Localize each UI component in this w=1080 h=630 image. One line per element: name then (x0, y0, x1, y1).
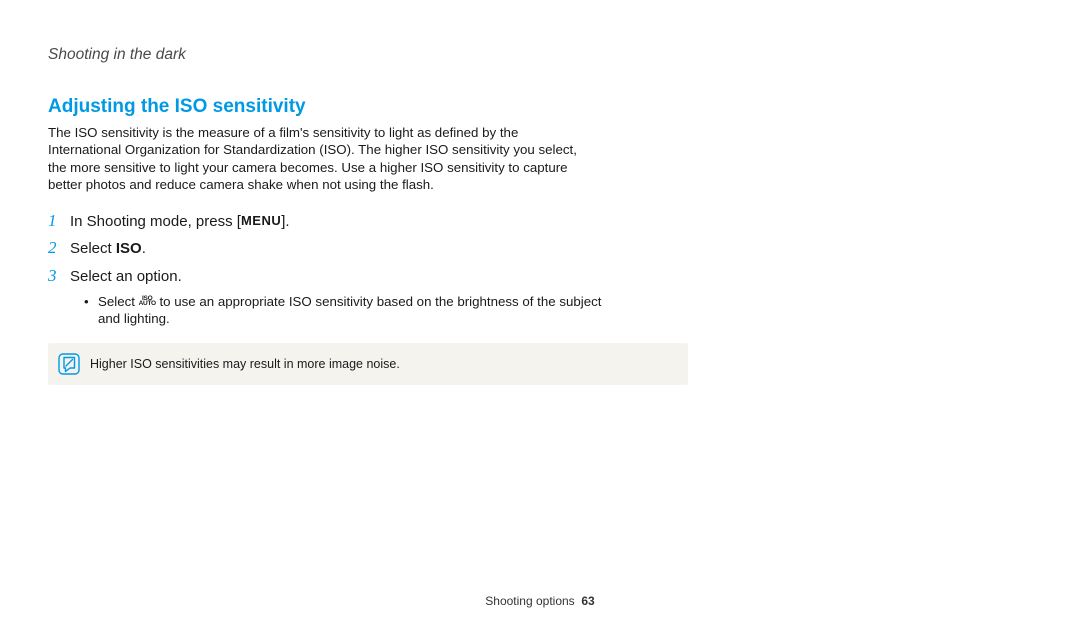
sub-bullet: • Select ISO AUTO to use an appropriate … (84, 293, 614, 328)
footer-label: Shooting options (485, 594, 574, 608)
page-number: 63 (581, 594, 594, 608)
step-body: In Shooting mode, press [MENU]. (70, 212, 290, 232)
step-number: 3 (48, 266, 70, 286)
step-body: Select ISO. (70, 239, 146, 259)
sub-text-pre: Select (98, 294, 139, 309)
step-text-post: ]. (281, 213, 289, 230)
step-1: 1 In Shooting mode, press [MENU]. (48, 211, 1025, 232)
chapter-header: Shooting in the dark (48, 46, 1025, 64)
step-bold: ISO (116, 240, 142, 257)
iso-auto-icon: ISO AUTO (139, 296, 156, 308)
step-text-post: . (142, 240, 146, 257)
note-icon (58, 353, 80, 375)
note-callout: Higher ISO sensitivities may result in m… (48, 343, 688, 385)
sub-text-post: to use an appropriate ISO sensitivity ba… (98, 294, 601, 326)
intro-paragraph: The ISO sensitivity is the measure of a … (48, 124, 578, 193)
step-text-pre: Select (70, 240, 116, 257)
note-text: Higher ISO sensitivities may result in m… (90, 357, 400, 371)
step-number: 2 (48, 238, 70, 258)
sub-bullet-body: Select ISO AUTO to use an appropriate IS… (98, 293, 614, 328)
menu-icon: MENU (241, 212, 281, 230)
step-text-pre: In Shooting mode, press [ (70, 213, 241, 230)
step-3: 3 Select an option. (48, 266, 1025, 287)
page-footer: Shooting options 63 (0, 594, 1080, 608)
steps-list: 1 In Shooting mode, press [MENU]. 2 Sele… (48, 211, 1025, 327)
step-2: 2 Select ISO. (48, 238, 1025, 259)
step-number: 1 (48, 211, 70, 231)
bullet-icon: • (84, 293, 98, 328)
page-content: Shooting in the dark Adjusting the ISO s… (0, 0, 1080, 630)
section-title: Adjusting the ISO sensitivity (48, 96, 1025, 118)
step-body: Select an option. (70, 267, 182, 287)
